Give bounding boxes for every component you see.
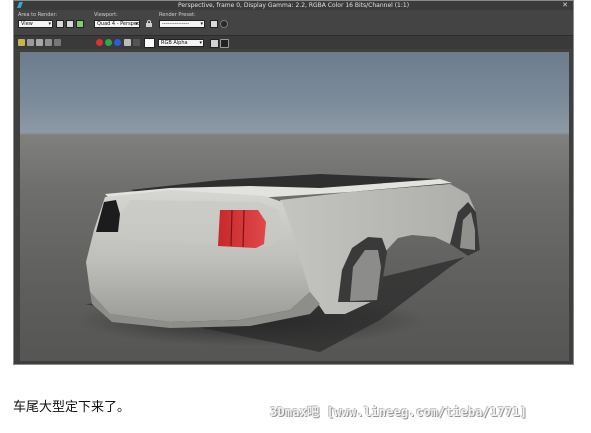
- copy-image-icon[interactable]: [66, 20, 74, 28]
- render-preset-dropdown[interactable]: --------------- ▾: [159, 20, 205, 28]
- clone-icon[interactable]: [27, 39, 34, 46]
- red-channel-toggle[interactable]: [96, 39, 103, 46]
- arrow-icon[interactable]: [54, 39, 61, 46]
- car-model-render: [75, 174, 480, 352]
- channel-dropdown[interactable]: RGB Alpha ▾: [158, 39, 204, 47]
- render-options-toolbar: Area to Render: View ▾ Viewport: Quad 4 -…: [14, 10, 573, 35]
- render-frame-window: Perspective, frame 0, Display Gamma: 2.2…: [13, 0, 574, 365]
- tail-lamp: [218, 210, 266, 248]
- post-caption: 车尾大型定下来了。: [13, 400, 131, 415]
- link-icon[interactable]: [45, 39, 52, 46]
- channel-toolbar: RGB Alpha ▾: [14, 35, 573, 49]
- area-to-render-dropdown[interactable]: View ▾: [18, 20, 53, 28]
- clone-window-icon[interactable]: [76, 20, 84, 28]
- title-bar: Perspective, frame 0, Display Gamma: 2.2…: [14, 1, 573, 10]
- area-to-render-label: Area to Render:: [18, 12, 58, 18]
- display-toggle-icon[interactable]: [210, 39, 219, 48]
- rendered-image: [20, 52, 569, 361]
- render-preset-label: Render Preset:: [159, 12, 196, 18]
- environment-icon[interactable]: [220, 20, 228, 28]
- viewport-dropdown[interactable]: Quad 4 - Perspec ▾: [94, 20, 140, 28]
- clear-icon[interactable]: [133, 39, 140, 46]
- print-icon[interactable]: [18, 39, 25, 46]
- save-image-icon[interactable]: [56, 20, 64, 28]
- viewport-label: Viewport:: [94, 12, 118, 18]
- green-channel-toggle[interactable]: [105, 39, 112, 46]
- color-swatch-icon[interactable]: [144, 38, 155, 48]
- history-icon[interactable]: [36, 39, 43, 46]
- blue-channel-toggle[interactable]: [114, 39, 121, 46]
- mono-icon[interactable]: [124, 39, 131, 46]
- split-view-icon[interactable]: [220, 39, 229, 48]
- watermark: 3Dmax吧 [www.lineeg.com/tieba/1771]: [270, 405, 528, 419]
- lock-icon[interactable]: [146, 20, 152, 28]
- window-title: Perspective, frame 0, Display Gamma: 2.2…: [177, 2, 410, 9]
- render-setup-icon[interactable]: [210, 20, 218, 28]
- close-icon[interactable]: ✕: [562, 1, 568, 10]
